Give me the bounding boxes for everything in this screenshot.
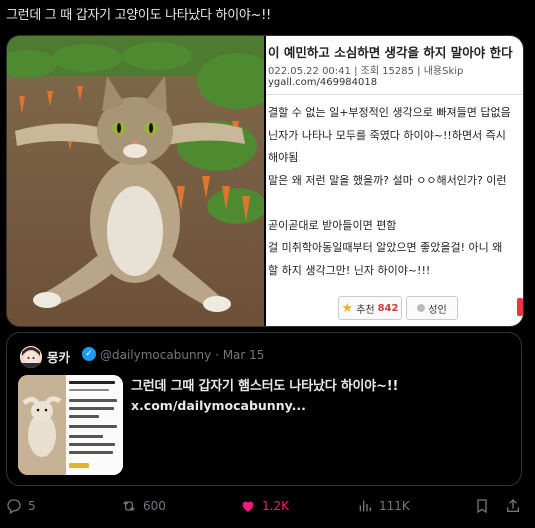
view-count: 111K [379, 499, 410, 513]
adult-label: 성인 [428, 304, 447, 316]
reply-count: 5 [28, 499, 36, 513]
verified-icon: ✓ [82, 347, 96, 361]
avatar[interactable] [20, 346, 42, 368]
recommend-count: 842 [377, 302, 399, 314]
post-meta: 022.05.22 00:41 | 조회 15285 | 내용Skip [268, 66, 464, 77]
quoted-tweet[interactable]: 몽카 ✓ @dailymocabunny · Mar 15 그런데 그때 갑자기… [6, 332, 522, 486]
hamster-illustration [18, 375, 66, 475]
tweet-actions: 5 600 1.2K 111K [0, 498, 535, 524]
cat-photo[interactable] [7, 36, 264, 326]
post-body: 결할 수 없는 일+부정적인 생각으로 빠져들면 답없음 닌자가 나타나 모두를… [268, 102, 523, 282]
views-icon [359, 500, 371, 512]
post-line: 걸 미취학아동일때부터 알았으면 좋았을걸! 아니 왜 [268, 241, 503, 254]
post-line [268, 192, 523, 215]
report-button-edge [517, 298, 523, 316]
repost-count: 600 [143, 499, 166, 513]
avatar-icon [20, 346, 42, 368]
reply-button[interactable]: 5 [6, 498, 36, 514]
post-line: 할 하지 생각그만! 닌자 하이야~!!! [268, 263, 431, 277]
recommend-button: ★ 추천 842 [338, 296, 402, 320]
quote-text: 그런데 그때 갑자기 햄스터도 나타났다 하이야~!! [131, 379, 399, 394]
hamster-photo [18, 375, 66, 475]
thumb-post [66, 375, 123, 475]
tweet-text: 그런데 그 때 갑자기 고양이도 나타났다 하이야~!! [6, 8, 271, 23]
post-screenshot[interactable]: 이 예민하고 소심하면 생각을 하지 말아야 한다 022.05.22 00:4… [266, 36, 523, 326]
post-line: 해야됨 [268, 151, 299, 164]
post-line: 결할 수 없는 일+부정적인 생각으로 빠져들면 답없음 [268, 106, 511, 119]
adult-button: 성인 [406, 296, 458, 320]
quote-thumbnail[interactable] [18, 375, 123, 475]
post-title: 이 예민하고 소심하면 생각을 하지 말아야 한다 [268, 45, 513, 60]
share-icon [507, 499, 519, 512]
bookmark-icon [477, 499, 487, 514]
like-count: 1.2K [262, 499, 289, 513]
share-button[interactable] [505, 498, 521, 514]
views-button[interactable]: 111K [357, 498, 410, 514]
recommend-label: 추천 [356, 304, 375, 316]
post-line: 말은 왜 저런 말을 했을까? 설마 ㅇㅇ해서인가? 이런 [268, 173, 507, 187]
adult-icon [417, 304, 426, 312]
repost-icon [123, 501, 135, 511]
like-button[interactable]: 1.2K [240, 498, 289, 514]
heart-icon [242, 501, 254, 512]
reply-icon [7, 499, 21, 514]
quote-author-name[interactable]: 몽카 [47, 347, 70, 366]
bookmark-button[interactable] [474, 498, 490, 514]
quote-link[interactable]: x.com/dailymocabunny... [131, 398, 306, 413]
quote-handle-date: @dailymocabunny · Mar 15 [100, 348, 265, 362]
post-line: 닌자가 나타나 모두를 죽였다 하이야~!!하면서 즉시 [268, 128, 506, 142]
star-icon: ★ [341, 300, 354, 316]
cat-illustration [7, 36, 264, 326]
repost-button[interactable]: 600 [121, 498, 166, 514]
post-url: ygall.com/469984018 [268, 77, 378, 88]
post-divider [266, 94, 523, 95]
post-line: 곧이곧대로 받아들이면 편함 [268, 218, 397, 232]
tweet-media[interactable]: 이 예민하고 소심하면 생각을 하지 말아야 한다 022.05.22 00:4… [6, 35, 524, 327]
